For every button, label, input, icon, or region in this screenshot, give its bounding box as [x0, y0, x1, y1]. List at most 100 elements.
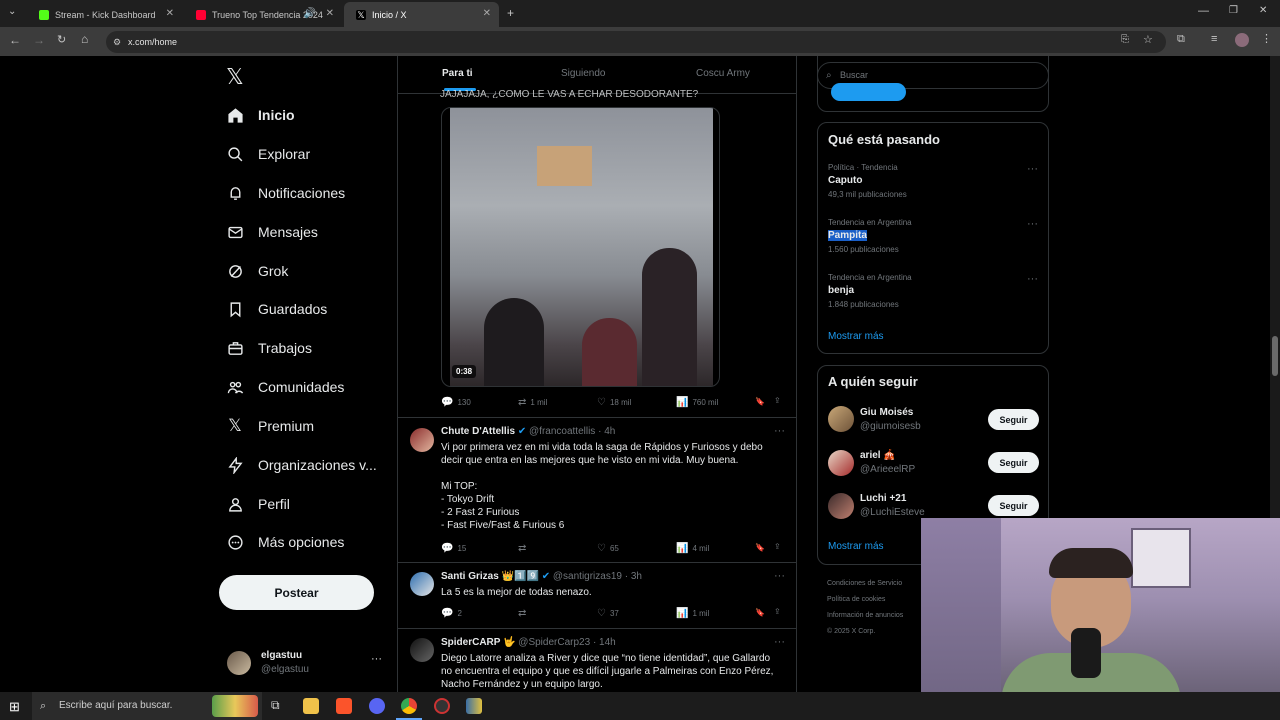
tweet-handle[interactable]: @francoattellis: [529, 426, 595, 437]
account-switcher[interactable]: elgastuu @elgastuu ···: [225, 649, 385, 679]
like-action[interactable]: ♡ 65: [597, 543, 619, 554]
close-tab-icon[interactable]: ✕: [483, 8, 491, 19]
media-control-icon[interactable]: ≡: [1211, 33, 1217, 45]
trend-item[interactable]: Tendencia en Argentina benja 1.848 publi…: [828, 273, 1038, 313]
forward-icon[interactable]: →: [33, 33, 45, 47]
tab-siguiendo[interactable]: Siguiendo: [561, 68, 605, 79]
sidebar-item-perfil[interactable]: Perfil: [226, 490, 290, 518]
app-icon[interactable]: [466, 698, 482, 714]
avatar[interactable]: [828, 493, 854, 519]
repost-action[interactable]: ⇄: [518, 543, 530, 554]
back-icon[interactable]: ←: [9, 33, 21, 47]
subscribe-button[interactable]: [831, 83, 906, 101]
home-icon[interactable]: ⌂: [81, 32, 88, 46]
sidebar-item-organizaciones[interactable]: Organizaciones v...: [226, 451, 377, 479]
bookmark-icon[interactable]: 🔖: [755, 543, 765, 552]
tweet-author[interactable]: SpiderCARP 🤟: [441, 637, 516, 648]
more-dots-icon[interactable]: ···: [1027, 273, 1038, 285]
sidebar-item-inicio[interactable]: Inicio: [226, 101, 295, 129]
views-action[interactable]: 📊 1 mil: [676, 608, 709, 619]
speaker-icon[interactable]: 🔊: [304, 8, 316, 19]
share-icon[interactable]: ⇪: [774, 607, 781, 616]
close-tab-icon[interactable]: ✕: [166, 8, 174, 19]
task-view-icon[interactable]: ⧉: [271, 698, 280, 713]
like-action[interactable]: ♡ 18 mil: [597, 397, 631, 408]
more-dots-icon[interactable]: ···: [774, 570, 785, 582]
tweet-author[interactable]: Chute D'Attellis: [441, 426, 515, 437]
avatar[interactable]: [410, 638, 434, 662]
more-dots-icon[interactable]: ···: [371, 653, 382, 665]
tweet-time[interactable]: · 14h: [593, 637, 616, 648]
sidebar-item-notificaciones[interactable]: Notificaciones: [226, 179, 345, 207]
more-dots-icon[interactable]: ···: [774, 636, 785, 648]
trend-item[interactable]: Tendencia en Argentina Pampita 1.560 pub…: [828, 218, 1038, 258]
scrollbar-thumb[interactable]: [1272, 336, 1278, 376]
reply-action[interactable]: 💬 130: [441, 397, 471, 408]
close-window-icon[interactable]: ✕: [1259, 5, 1267, 16]
tab-coscu-army[interactable]: Coscu Army: [696, 68, 750, 79]
reply-action[interactable]: 💬 15: [441, 543, 466, 554]
show-more-link[interactable]: Mostrar más: [828, 331, 884, 342]
close-tab-icon[interactable]: ✕: [326, 8, 334, 19]
avatar[interactable]: [828, 406, 854, 432]
sidebar-item-grok[interactable]: Grok: [226, 257, 288, 285]
file-explorer-icon[interactable]: [303, 698, 319, 714]
bookmark-icon[interactable]: 🔖: [755, 397, 765, 406]
windows-start-icon[interactable]: ⊞: [9, 699, 20, 715]
tweet-handle[interactable]: @santigrizas19: [553, 571, 622, 582]
avatar[interactable]: [410, 428, 434, 452]
site-info-icon[interactable]: ⚙: [113, 31, 121, 53]
follow-button[interactable]: Seguir: [988, 452, 1039, 473]
footer-link[interactable]: Política de cookies: [827, 592, 903, 608]
follow-button[interactable]: Seguir: [988, 409, 1039, 430]
avatar[interactable]: [828, 450, 854, 476]
sidebar-item-trabajos[interactable]: Trabajos: [226, 334, 312, 362]
chrome-icon[interactable]: [401, 698, 417, 714]
share-icon[interactable]: ⇪: [774, 396, 781, 405]
more-dots-icon[interactable]: ···: [774, 425, 785, 437]
profile-avatar[interactable]: [1235, 33, 1249, 47]
views-action[interactable]: 📊 4 mil: [676, 543, 709, 554]
trend-item[interactable]: Política · Tendencia Caputo 49,3 mil pub…: [828, 163, 1038, 203]
tab-para-ti[interactable]: Para ti: [442, 68, 473, 79]
views-action[interactable]: 📊 760 mil: [676, 397, 718, 408]
like-action[interactable]: ♡ 37: [597, 608, 619, 619]
tweet-handle[interactable]: @SpiderCarp23: [518, 637, 590, 648]
browser-tab-youtube[interactable]: Trueno Top Tendencia 2024 🔊 ✕: [184, 2, 342, 27]
follow-name[interactable]: Luchi +21: [860, 493, 906, 504]
repost-action[interactable]: ⇄: [518, 608, 530, 619]
brave-icon[interactable]: [336, 698, 352, 714]
footer-link[interactable]: Información de anuncios: [827, 608, 903, 624]
new-tab-icon[interactable]: +: [507, 6, 514, 20]
repost-action[interactable]: ⇄ 1 mil: [518, 397, 547, 408]
url-field[interactable]: ⚙ x.com/home: [106, 31, 1166, 53]
sidebar-item-mas-opciones[interactable]: Más opciones: [226, 528, 344, 556]
browser-tab-kick[interactable]: Stream - Kick Dashboard ✕: [27, 2, 182, 27]
tweet-time[interactable]: · 4h: [598, 426, 615, 437]
tab-list-icon[interactable]: ⌄: [8, 6, 16, 17]
taskbar-search-input[interactable]: ⌕ Escribe aquí para buscar.: [32, 692, 262, 720]
show-more-link[interactable]: Mostrar más: [828, 541, 884, 552]
footer-link[interactable]: Condiciones de Servicio: [827, 576, 903, 592]
follow-name[interactable]: ariel 🎪: [860, 450, 896, 461]
avatar[interactable]: [410, 572, 434, 596]
tweet-time[interactable]: · 3h: [625, 571, 642, 582]
install-icon[interactable]: ⎘: [1121, 34, 1129, 45]
tweet-author[interactable]: Santi Grizas 👑1️⃣9️⃣: [441, 571, 539, 582]
sidebar-item-mensajes[interactable]: Mensajes: [226, 218, 318, 246]
more-dots-icon[interactable]: ···: [1027, 163, 1038, 175]
discord-icon[interactable]: [369, 698, 385, 714]
sidebar-item-premium[interactable]: 𝕏 Premium: [226, 412, 314, 440]
sidebar-item-guardados[interactable]: Guardados: [226, 295, 327, 323]
browser-tab-x[interactable]: 𝕏 Inicio / X ✕: [344, 2, 499, 27]
x-logo-icon[interactable]: 𝕏: [226, 64, 244, 90]
bookmark-icon[interactable]: 🔖: [755, 608, 765, 617]
extensions-icon[interactable]: ⧉: [1177, 33, 1185, 46]
post-button[interactable]: Postear: [219, 575, 374, 610]
share-icon[interactable]: ⇪: [774, 542, 781, 551]
restore-icon[interactable]: ❐: [1229, 5, 1238, 16]
follow-button[interactable]: Seguir: [988, 495, 1039, 516]
follow-name[interactable]: Giu Moisés: [860, 407, 913, 418]
more-dots-icon[interactable]: ···: [1027, 218, 1038, 230]
reply-action[interactable]: 💬 2: [441, 608, 462, 619]
